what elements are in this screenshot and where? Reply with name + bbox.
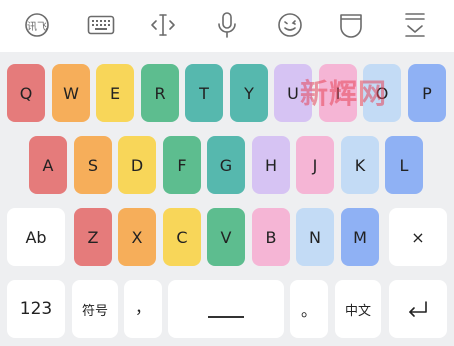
keyboard-toolbar: 讯飞 xyxy=(0,0,454,52)
key-q[interactable]: Q xyxy=(7,64,45,122)
enter-icon xyxy=(409,301,427,317)
key-v[interactable]: V xyxy=(207,208,245,266)
numbers-key[interactable]: 123 xyxy=(7,280,65,338)
key-c[interactable]: C xyxy=(163,208,201,266)
shift-key[interactable]: Ab xyxy=(7,208,65,266)
microphone-icon[interactable] xyxy=(212,10,242,40)
key-w[interactable]: W xyxy=(52,64,90,122)
key-b[interactable]: B xyxy=(252,208,290,266)
clipboard-icon[interactable] xyxy=(336,10,366,40)
key-t[interactable]: T xyxy=(185,64,223,122)
key-o[interactable]: O xyxy=(363,64,401,122)
space-bar[interactable] xyxy=(168,280,284,338)
language-switch-key[interactable]: 中文 xyxy=(335,280,381,338)
key-r[interactable]: R xyxy=(141,64,179,122)
key-d[interactable]: D xyxy=(118,136,156,194)
key-x[interactable]: X xyxy=(118,208,156,266)
emoji-icon[interactable] xyxy=(275,10,305,40)
key-m[interactable]: M xyxy=(341,208,379,266)
key-h[interactable]: H xyxy=(252,136,290,194)
key-n[interactable]: N xyxy=(296,208,334,266)
iflytek-logo-icon[interactable]: 讯飞 xyxy=(22,10,52,40)
space-icon xyxy=(208,316,244,318)
keyboard-icon[interactable] xyxy=(86,10,116,40)
key-j[interactable]: J xyxy=(296,136,334,194)
key-a[interactable]: A xyxy=(29,136,67,194)
key-z[interactable]: Z xyxy=(74,208,112,266)
key-y[interactable]: Y xyxy=(230,64,268,122)
keyboard: Q W E R T Y U I O P A S D F G H J K L Ab… xyxy=(0,52,454,346)
key-e[interactable]: E xyxy=(96,64,134,122)
collapse-keyboard-icon[interactable] xyxy=(400,10,430,40)
symbols-key[interactable]: 符号 xyxy=(72,280,118,338)
key-s[interactable]: S xyxy=(74,136,112,194)
enter-key[interactable] xyxy=(389,280,447,338)
delete-key[interactable]: × xyxy=(389,208,447,266)
comma-key[interactable]: ， xyxy=(124,280,162,338)
key-p[interactable]: P xyxy=(408,64,446,122)
iflytek-logo-label: 讯飞 xyxy=(27,21,47,33)
key-l[interactable]: L xyxy=(385,136,423,194)
key-u[interactable]: U xyxy=(274,64,312,122)
period-key[interactable]: 。 xyxy=(290,280,328,338)
text-cursor-icon[interactable] xyxy=(148,10,178,40)
key-g[interactable]: G xyxy=(207,136,245,194)
key-i[interactable]: I xyxy=(319,64,357,122)
key-f[interactable]: F xyxy=(163,136,201,194)
key-k[interactable]: K xyxy=(341,136,379,194)
